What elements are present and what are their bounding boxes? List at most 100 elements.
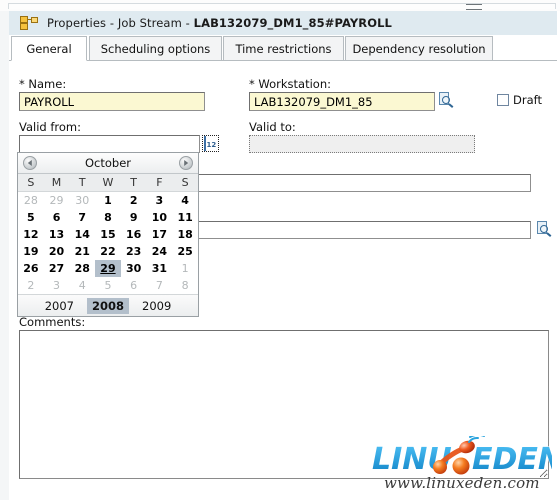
calendar-day[interactable]: 4 (172, 191, 198, 209)
calendar-month-label: October (84, 156, 132, 170)
calendar-weekday: T (69, 174, 96, 192)
date-picker-calendar[interactable]: October S M T W T F S 28 29 30 1 2 3 4 5 6 7 8 9 10 1… (17, 152, 199, 317)
calendar-day[interactable]: 17 (146, 226, 173, 243)
calendar-day[interactable]: 15 (95, 226, 121, 243)
workstation-input[interactable] (249, 92, 435, 111)
calendar-day[interactable]: 16 (120, 226, 147, 243)
calendar-weekday: T (120, 174, 147, 192)
calendar-week-row: 19 20 21 22 23 24 25 (18, 243, 198, 260)
tab-dependency-resolution[interactable]: Dependency resolution (345, 36, 493, 61)
valid-from-calendar-icon[interactable]: 12 (202, 135, 219, 152)
calendar-day[interactable]: 8 (95, 209, 121, 226)
job-stream-icon (20, 16, 38, 30)
general-tab-panel: * Name: * Workstation: Draft Valid from:… (9, 61, 557, 500)
calendar-weekday: M (43, 174, 70, 192)
calendar-day[interactable]: 10 (146, 209, 173, 226)
calendar-weekday: W (95, 174, 121, 192)
calendar-year-2008[interactable]: 2008 (86, 297, 129, 314)
calendar-day[interactable]: 28 (69, 260, 96, 277)
calendar-day[interactable]: 30 (120, 260, 147, 277)
tab-strip: General Scheduling options Time restrict… (9, 35, 557, 61)
calendar-day[interactable]: 9 (120, 209, 147, 226)
calendar-grid: S M T W T F S 28 29 30 1 2 3 4 5 6 7 8 9 10 11 12 13 14 1… (18, 174, 198, 294)
tab-general-label: General (26, 41, 72, 56)
calendar-day[interactable]: 26 (18, 260, 44, 277)
tab-dependency-resolution-label: Dependency resolution (352, 41, 486, 56)
page-title-prefix: Properties - Job Stream - (47, 16, 194, 30)
name-input[interactable] (19, 92, 205, 111)
calendar-year-2007[interactable]: 2007 (40, 298, 79, 314)
calendar-day[interactable]: 2 (18, 277, 44, 294)
chevron-right-icon[interactable] (179, 156, 193, 170)
calendar-week-row: 5 6 7 8 9 10 11 (18, 209, 198, 226)
valid-to-label: Valid to: (249, 120, 296, 134)
calendar-day[interactable]: 4 (69, 277, 96, 294)
calendar-day[interactable]: 1 (172, 260, 198, 277)
calendar-day[interactable]: 30 (69, 191, 96, 209)
calendar-day[interactable]: 21 (69, 243, 96, 260)
calendar-day[interactable]: 31 (146, 260, 173, 277)
calendar-day[interactable]: 28 (18, 191, 44, 209)
calendar-header: October (18, 153, 198, 174)
calendar-weeks: 28 29 30 1 2 3 4 5 6 7 8 9 10 11 12 13 14 15 16 17 18 19 20 21 2… (18, 191, 198, 294)
calendar-year-bar: 2007 2008 2009 (18, 294, 198, 316)
properties-dialog: Properties - Job Stream - LAB132079_DM1_… (0, 0, 560, 500)
draft-checkbox-wrapper[interactable]: Draft (497, 93, 542, 107)
calendar-day[interactable]: 11 (172, 209, 198, 226)
calendar-day[interactable]: 1 (95, 191, 121, 209)
calendar-day[interactable]: 23 (120, 243, 147, 260)
comments-textarea[interactable] (19, 330, 549, 479)
chevron-left-icon[interactable] (23, 156, 37, 170)
calendar-day[interactable]: 3 (43, 277, 70, 294)
dialog-titlebar: Properties - Job Stream - LAB132079_DM1_… (9, 11, 557, 36)
calendar-day[interactable]: 22 (95, 243, 121, 260)
calendar-day[interactable]: 7 (69, 209, 96, 226)
calendar-day[interactable]: 8 (172, 277, 198, 294)
calendar-day[interactable]: 25 (172, 243, 198, 260)
calendar-weekday: S (172, 174, 198, 192)
calendar-week-row: 28 29 30 1 2 3 4 (18, 191, 198, 209)
calendar-day[interactable]: 18 (172, 226, 198, 243)
draft-checkbox[interactable] (497, 94, 509, 106)
calendar-weekday: F (146, 174, 173, 192)
calendar-week-row: 12 13 14 15 16 17 18 (18, 226, 198, 243)
calendar-day[interactable]: 27 (43, 260, 70, 277)
calendar-day[interactable]: 24 (146, 243, 173, 260)
calendar-weekday: S (18, 174, 44, 192)
calendar-weekday-row: S M T W T F S (18, 174, 198, 192)
calendar-day[interactable]: 3 (146, 191, 173, 209)
workstation-lookup-magnifier-icon[interactable] (438, 92, 454, 108)
calendar-day[interactable]: 14 (69, 226, 96, 243)
tab-scheduling-options[interactable]: Scheduling options (89, 36, 222, 61)
tab-general[interactable]: General (11, 36, 87, 61)
calendar-day[interactable]: 29 (43, 191, 70, 209)
draft-label: Draft (513, 93, 542, 107)
tab-scheduling-options-label: Scheduling options (100, 41, 211, 56)
calendar-day-selected[interactable]: 29 (95, 260, 121, 277)
calendar-day[interactable]: 5 (95, 277, 121, 294)
hidden-field-2-lookup-magnifier-icon[interactable] (536, 221, 552, 237)
tab-time-restrictions-label: Time restrictions (235, 41, 332, 56)
calendar-day[interactable]: 19 (18, 243, 44, 260)
valid-to-input (249, 135, 475, 153)
valid-from-label: Valid from: (19, 120, 82, 134)
calendar-day[interactable]: 6 (43, 209, 70, 226)
calendar-day[interactable]: 12 (18, 226, 44, 243)
valid-from-input[interactable] (19, 135, 200, 153)
comments-label: Comments: (19, 315, 86, 329)
calendar-week-row: 2345678 (18, 277, 198, 294)
calendar-day[interactable]: 13 (43, 226, 70, 243)
workstation-label: * Workstation: (249, 77, 331, 91)
page-title: Properties - Job Stream - LAB132079_DM1_… (47, 16, 392, 30)
calendar-week-row: 26 27 28 29 30 31 1 (18, 260, 198, 277)
name-label: * Name: (19, 77, 67, 91)
calendar-year-2009[interactable]: 2009 (137, 298, 176, 314)
calendar-day[interactable]: 2 (120, 191, 147, 209)
page-title-object: LAB132079_DM1_85#PAYROLL (193, 16, 392, 30)
calendar-day[interactable]: 20 (43, 243, 70, 260)
tab-time-restrictions[interactable]: Time restrictions (223, 36, 344, 61)
calendar-day[interactable]: 5 (18, 209, 44, 226)
calendar-day[interactable]: 7 (146, 277, 173, 294)
calendar-day[interactable]: 6 (120, 277, 147, 294)
minimize-marker[interactable] (466, 4, 482, 10)
